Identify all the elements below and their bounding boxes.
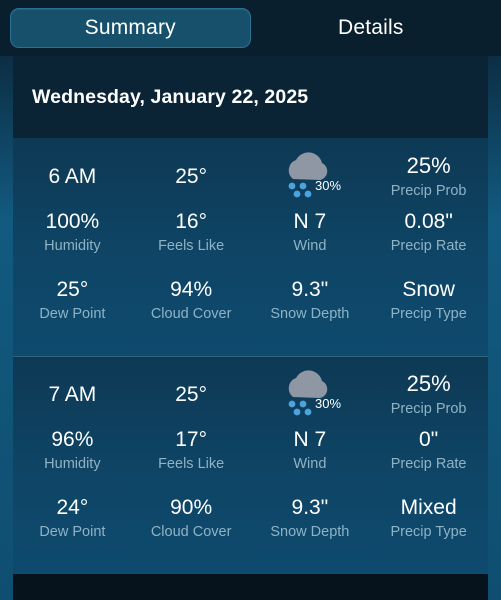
hour-precip-type-cell: Mixed Precip Type	[369, 496, 488, 542]
hour-feels-like-value: 17°	[175, 428, 207, 451]
hour-precip-prob-cell: 25% Precip Prob	[369, 153, 488, 200]
hour-cloud-cover-label: Cloud Cover	[150, 524, 232, 541]
hour-humidity-cell: 96% Humidity	[13, 428, 132, 474]
hour-temperature: 25°	[175, 382, 207, 406]
tab-details-label: Details	[337, 16, 404, 39]
hour-cloud-cover-label: Cloud Cover	[150, 306, 232, 323]
hour-humidity-value: 100%	[45, 210, 100, 233]
hour-metrics-row-1: 100% Humidity 16° Feels Like N 7 Wind 0.…	[13, 210, 488, 278]
hour-dew-point-cell: 25° Dew Point	[13, 278, 132, 324]
hour-humidity-value: 96%	[51, 428, 94, 451]
forecast-scroll-area[interactable]: Wednesday, January 22, 2025 6 AM 25° 30%…	[0, 56, 501, 600]
hour-feels-like-value: 16°	[175, 210, 207, 233]
hour-humidity-cell: 100% Humidity	[13, 210, 132, 256]
hour-temperature-cell: 25°	[132, 165, 251, 189]
snow-cloud-icon: 30%	[273, 370, 347, 420]
date-header-text: Wednesday, January 22, 2025	[32, 85, 309, 108]
hour-temperature: 25°	[175, 164, 207, 188]
hour-wind-label: Wind	[293, 456, 327, 473]
hour-feels-like-cell: 17° Feels Like	[132, 428, 251, 474]
hour-precip-prob-value: 25%	[406, 153, 451, 179]
forecast-panel: Wednesday, January 22, 2025 6 AM 25° 30%…	[13, 56, 488, 574]
hour-dew-point-value: 24°	[56, 496, 89, 519]
hour-precip-prob-value: 25%	[406, 371, 451, 397]
hour-precip-prob-label: Precip Prob	[390, 182, 467, 199]
hour-precip-rate-label: Precip Rate	[390, 238, 467, 255]
hour-wind-value: N 7	[293, 428, 327, 451]
right-rail	[488, 56, 501, 600]
tab-bar: Summary Details	[0, 0, 501, 56]
hour-time: 7 AM	[48, 382, 97, 406]
hour-metrics-row-2: 24° Dew Point 90% Cloud Cover 9.3" Snow …	[13, 496, 488, 564]
hour-time-cell: 7 AM	[13, 383, 132, 407]
hour-metrics-row-2: 25° Dew Point 94% Cloud Cover 9.3" Snow …	[13, 278, 488, 346]
tab-summary-label: Summary	[84, 16, 176, 39]
hour-wind-label: Wind	[293, 238, 327, 255]
hour-precip-prob-label: Precip Prob	[390, 400, 467, 417]
hour-feels-like-label: Feels Like	[158, 456, 225, 473]
hour-wind-cell: N 7 Wind	[251, 210, 370, 256]
hour-precip-rate-value: 0"	[419, 428, 439, 451]
hour-snow-depth-cell: 9.3" Snow Depth	[251, 278, 370, 324]
tab-details[interactable]: Details	[251, 8, 492, 48]
hour-time: 6 AM	[48, 164, 97, 188]
hour-temperature-cell: 25°	[132, 383, 251, 407]
hour-precip-type-cell: Snow Precip Type	[369, 278, 488, 324]
hour-feels-like-label: Feels Like	[158, 238, 225, 255]
hour-primary-row: 7 AM 25° 30% 25% Precip Prob	[13, 362, 488, 428]
snow-cloud-icon-badge: 30%	[315, 396, 341, 411]
left-rail	[0, 56, 13, 600]
hour-humidity-label: Humidity	[44, 238, 101, 255]
hour-dew-point-label: Dew Point	[39, 524, 106, 541]
snow-cloud-icon-badge: 30%	[315, 178, 341, 193]
hour-humidity-label: Humidity	[44, 456, 101, 473]
hour-precip-type-value: Snow	[402, 278, 455, 301]
hour-snow-depth-label: Snow Depth	[270, 524, 350, 541]
tab-summary[interactable]: Summary	[10, 8, 251, 48]
hour-snow-depth-label: Snow Depth	[270, 306, 350, 323]
hour-metrics-row-1: 96% Humidity 17° Feels Like N 7 Wind 0" …	[13, 428, 488, 496]
hour-snow-depth-value: 9.3"	[291, 496, 329, 519]
hour-primary-row: 6 AM 25° 30% 25% Precip Prob	[13, 144, 488, 210]
hour-feels-like-cell: 16° Feels Like	[132, 210, 251, 256]
hour-block[interactable]: 6 AM 25° 30% 25% Precip Prob 100% Humidi…	[13, 138, 488, 356]
snow-cloud-icon: 30%	[273, 152, 347, 202]
hour-precip-prob-cell: 25% Precip Prob	[369, 371, 488, 418]
hour-cloud-cover-cell: 90% Cloud Cover	[132, 496, 251, 542]
hour-wind-cell: N 7 Wind	[251, 428, 370, 474]
hour-wind-value: N 7	[293, 210, 327, 233]
hour-dew-point-cell: 24° Dew Point	[13, 496, 132, 542]
hour-time-cell: 6 AM	[13, 165, 132, 189]
hour-cloud-cover-value: 94%	[170, 278, 213, 301]
hour-precip-rate-label: Precip Rate	[390, 456, 467, 473]
hour-dew-point-value: 25°	[56, 278, 89, 301]
hour-precip-rate-value: 0.08"	[404, 210, 453, 233]
hour-cloud-cover-value: 90%	[170, 496, 213, 519]
date-header: Wednesday, January 22, 2025	[13, 56, 488, 138]
hour-snow-depth-cell: 9.3" Snow Depth	[251, 496, 370, 542]
hour-icon-cell: 30%	[251, 370, 370, 420]
hour-snow-depth-value: 9.3"	[291, 278, 329, 301]
hour-precip-type-value: Mixed	[400, 496, 457, 519]
hour-precip-type-label: Precip Type	[390, 524, 467, 541]
hour-dew-point-label: Dew Point	[39, 306, 106, 323]
hour-precip-rate-cell: 0" Precip Rate	[369, 428, 488, 474]
hour-cloud-cover-cell: 94% Cloud Cover	[132, 278, 251, 324]
hour-precip-rate-cell: 0.08" Precip Rate	[369, 210, 488, 256]
hour-icon-cell: 30%	[251, 152, 370, 202]
hour-precip-type-label: Precip Type	[390, 306, 467, 323]
hour-block[interactable]: 7 AM 25° 30% 25% Precip Prob 96% Humidit…	[13, 356, 488, 574]
